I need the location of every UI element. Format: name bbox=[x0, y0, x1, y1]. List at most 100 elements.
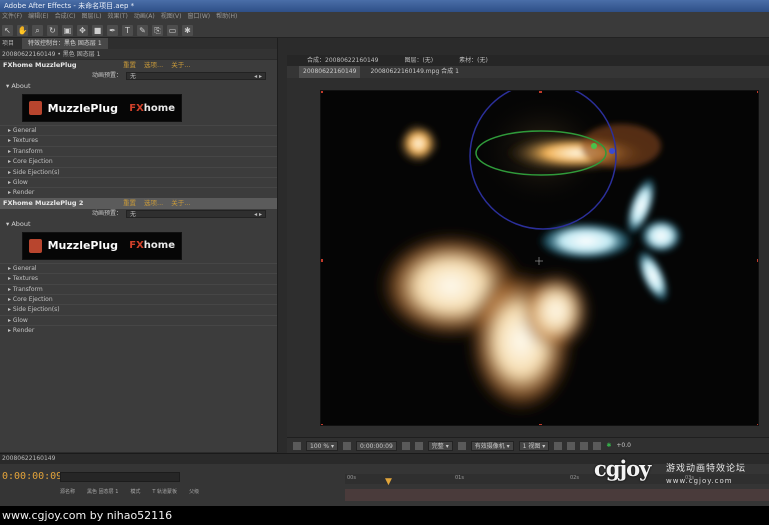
zoom-select[interactable]: 100 % bbox=[306, 440, 338, 451]
group-side-ejection[interactable]: ▸ Side Ejection(s) bbox=[0, 166, 277, 177]
group-glow[interactable]: ▸ Glow bbox=[0, 314, 277, 325]
fxhome-logo: FXhome bbox=[129, 240, 175, 251]
hand-tool-icon[interactable]: ✋ bbox=[17, 24, 28, 36]
layer-search-input[interactable] bbox=[60, 472, 180, 482]
brush-tool-icon[interactable]: ✎ bbox=[137, 24, 148, 36]
bounds-handle[interactable] bbox=[757, 259, 759, 262]
effect-header-muzzleplug[interactable]: FXhome MuzzlePlug 重置 选项... 关于... bbox=[0, 60, 277, 71]
group-label: Transform bbox=[12, 147, 43, 155]
column-source-name[interactable]: 源名称 bbox=[60, 488, 75, 495]
eraser-tool-icon[interactable]: ▭ bbox=[167, 24, 178, 36]
camera-tool-icon[interactable]: ▣ bbox=[62, 24, 73, 36]
reset-link[interactable]: 重置 bbox=[123, 198, 136, 209]
column-track-matte[interactable]: T 轨道蒙板 bbox=[152, 488, 177, 495]
pen-tool-icon[interactable]: ✒ bbox=[107, 24, 118, 36]
green-handle-icon[interactable] bbox=[591, 143, 597, 149]
composition-viewer[interactable] bbox=[320, 90, 759, 426]
bounds-handle[interactable] bbox=[539, 424, 542, 426]
effect-header-muzzleplug-2[interactable]: FXhome MuzzlePlug 2 重置 选项... 关于... bbox=[0, 197, 277, 209]
channel-icon[interactable] bbox=[414, 441, 423, 450]
current-time[interactable]: 0:00:00:09 bbox=[2, 471, 62, 482]
menu-window[interactable]: 窗口(W) bbox=[187, 12, 210, 22]
group-core-ejection[interactable]: ▸ Core Ejection bbox=[0, 293, 277, 304]
bounds-handle[interactable] bbox=[321, 259, 323, 262]
dropdown-arrows-icon: ◂ ▸ bbox=[254, 210, 263, 218]
group-transform[interactable]: ▸ Transform bbox=[0, 283, 277, 294]
bounds-handle[interactable] bbox=[321, 91, 323, 93]
exposure-icon[interactable]: ✱ bbox=[606, 442, 611, 449]
about-section-toggle[interactable]: ▾ About bbox=[0, 81, 277, 92]
flowchart-icon[interactable] bbox=[593, 441, 602, 450]
always-preview-icon[interactable] bbox=[293, 441, 301, 450]
group-side-ejection[interactable]: ▸ Side Ejection(s) bbox=[0, 304, 277, 314]
timecode-display[interactable]: 0:00:00:09 bbox=[355, 440, 397, 451]
group-general[interactable]: ▸ General bbox=[0, 125, 277, 135]
menu-help[interactable]: 帮助(H) bbox=[216, 12, 237, 22]
menu-edit[interactable]: 编辑(E) bbox=[28, 12, 48, 22]
options-link[interactable]: 选项... bbox=[144, 198, 163, 209]
group-label: Textures bbox=[12, 275, 39, 283]
group-label: Side Ejection(s) bbox=[12, 306, 60, 314]
about-section-toggle[interactable]: ▾ About bbox=[0, 219, 277, 230]
group-general[interactable]: ▸ General bbox=[0, 262, 277, 273]
tab-footage[interactable]: 素材：(无) bbox=[459, 55, 488, 66]
about-link[interactable]: 关于... bbox=[171, 198, 190, 209]
tab-layer[interactable]: 图层：(无) bbox=[404, 55, 433, 66]
snapshot-icon[interactable] bbox=[401, 441, 410, 450]
tab-effect-controls[interactable]: 特效控制台：黑色 固态层 1 bbox=[22, 38, 108, 49]
preset-dropdown[interactable]: 无 ◂ ▸ bbox=[126, 209, 267, 218]
group-glow[interactable]: ▸ Glow bbox=[0, 176, 277, 187]
group-textures[interactable]: ▸ Textures bbox=[0, 135, 277, 145]
bounds-handle[interactable] bbox=[757, 91, 759, 93]
resolution-select[interactable]: 完整 bbox=[427, 440, 453, 451]
cgjoy-watermark: cgjoy 游戏动画特效论坛 www.cgjoy.com bbox=[594, 458, 769, 496]
menu-layer[interactable]: 图层(L) bbox=[82, 12, 102, 22]
blue-handle-icon[interactable] bbox=[609, 148, 615, 154]
zoom-tool-icon[interactable]: ⌕ bbox=[32, 24, 43, 36]
bounds-handle[interactable] bbox=[757, 424, 759, 426]
tab-composition[interactable]: 合成：20080622160149 bbox=[307, 55, 378, 66]
playhead-icon[interactable]: ▼ bbox=[385, 478, 392, 487]
menu-view[interactable]: 视图(V) bbox=[161, 12, 182, 22]
clone-tool-icon[interactable]: ⎘ bbox=[152, 24, 163, 36]
view-layout-select[interactable]: 1 视图 bbox=[518, 440, 550, 451]
timeline-icon[interactable] bbox=[580, 441, 589, 450]
options-link[interactable]: 选项... bbox=[144, 60, 163, 71]
mask-tool-icon[interactable]: ■ bbox=[92, 24, 103, 36]
menu-animation[interactable]: 动画(A) bbox=[134, 12, 155, 22]
group-transform[interactable]: ▸ Transform bbox=[0, 145, 277, 156]
group-textures[interactable]: ▸ Textures bbox=[0, 273, 277, 283]
layer-name[interactable]: 黑色 固态层 1 bbox=[87, 488, 118, 495]
group-label: Glow bbox=[12, 178, 28, 186]
reset-link[interactable]: 重置 bbox=[123, 60, 136, 71]
tab-project[interactable]: 项目 bbox=[2, 38, 14, 49]
exposure-value[interactable]: +0.0 bbox=[616, 442, 631, 449]
group-label: Core Ejection bbox=[12, 158, 53, 166]
about-link[interactable]: 关于... bbox=[171, 60, 190, 71]
menu-file[interactable]: 文件(F) bbox=[2, 12, 22, 22]
menu-effect[interactable]: 效果(T) bbox=[108, 12, 128, 22]
crumb-comp[interactable]: 20080622160149 bbox=[299, 66, 361, 78]
camera-view-select[interactable]: 有效摄像机 bbox=[470, 440, 514, 451]
pan-behind-tool-icon[interactable]: ✥ bbox=[77, 24, 88, 36]
bounds-handle[interactable] bbox=[539, 91, 542, 93]
bounds-handle[interactable] bbox=[321, 424, 323, 426]
text-tool-icon[interactable]: T bbox=[122, 24, 133, 36]
selection-tool-icon[interactable]: ↖ bbox=[2, 24, 13, 36]
menu-composition[interactable]: 合成(C) bbox=[55, 12, 76, 22]
rotate-tool-icon[interactable]: ↻ bbox=[47, 24, 58, 36]
column-parent[interactable]: 父级 bbox=[189, 488, 199, 495]
ruler-tick: 02s bbox=[570, 475, 579, 481]
preset-dropdown[interactable]: 无 ◂ ▸ bbox=[126, 72, 267, 80]
puppet-tool-icon[interactable]: ✱ bbox=[182, 24, 193, 36]
group-render[interactable]: ▸ Render bbox=[0, 325, 277, 335]
group-core-ejection[interactable]: ▸ Core Ejection bbox=[0, 156, 277, 166]
column-mode[interactable]: 模式 bbox=[130, 488, 140, 495]
group-render[interactable]: ▸ Render bbox=[0, 187, 277, 197]
toggle-pixel-icon[interactable] bbox=[554, 441, 563, 450]
tool-bar: ↖ ✋ ⌕ ↻ ▣ ✥ ■ ✒ T ✎ ⎘ ▭ ✱ bbox=[0, 23, 769, 37]
crumb-footage[interactable]: 20080622160149.mpg 合成 1 bbox=[370, 66, 458, 78]
region-of-interest-icon[interactable] bbox=[457, 441, 466, 450]
fast-preview-icon[interactable] bbox=[567, 441, 576, 450]
grid-icon[interactable] bbox=[342, 441, 351, 450]
